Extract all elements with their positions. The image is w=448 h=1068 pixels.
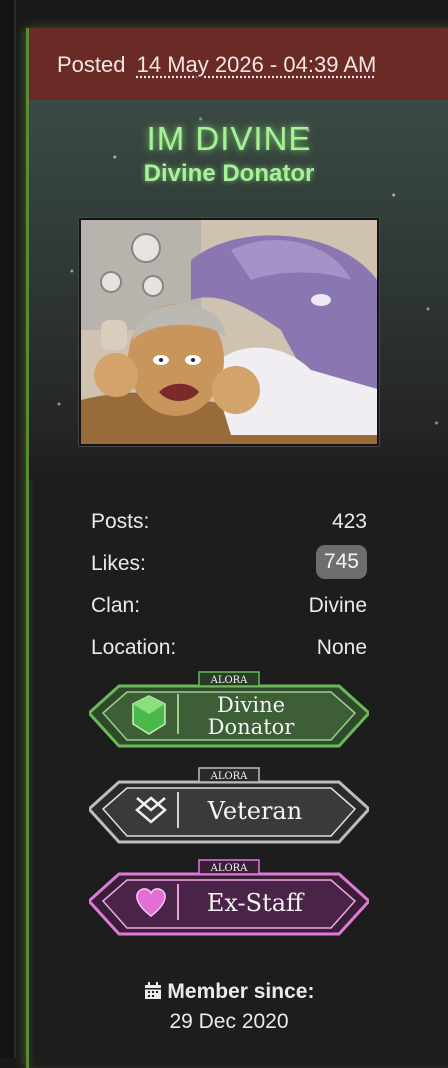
likes-count-badge: 745 (315, 545, 367, 579)
stat-value: Divine (308, 594, 367, 617)
badge-line1: Divine (217, 693, 285, 717)
member-since-label: Member since: (167, 980, 315, 1003)
stat-row-posts: Posts: 423 (91, 498, 367, 540)
user-stats: Posts: 423 Likes: 745 Clan: Divine Locat… (91, 498, 367, 666)
stat-value: 423 (331, 510, 367, 533)
stat-row-clan: Clan: Divine (91, 582, 367, 624)
member-since: Member since: (29, 980, 429, 1004)
badge-divine-donator: ALORA Divine Donator (86, 668, 372, 758)
avatar-image (81, 220, 377, 444)
left-rail (0, 0, 16, 1058)
badge-tag: ALORA (210, 675, 249, 686)
stat-label: Likes: (91, 552, 146, 575)
member-since-date: 29 Dec 2020 (169, 1010, 289, 1033)
badge-tag: ALORA (210, 771, 249, 782)
stat-label: Clan: (91, 594, 141, 617)
badge-ex-staff: ALORA Ex-Staff (86, 856, 372, 946)
username-link[interactable]: IM DIVINE (29, 120, 429, 158)
stat-row-location: Location: None (91, 624, 367, 666)
badge-line1: Ex-Staff (207, 889, 305, 917)
badge-tag: ALORA (210, 863, 249, 874)
stat-value: None (316, 636, 367, 659)
badge-line1: Veteran (207, 797, 302, 825)
stat-label: Location: (91, 636, 177, 659)
user-post-card: Posted 14 May 2026 - 04:39 AM IM DIVINE … (26, 28, 448, 1068)
calendar-icon (144, 982, 161, 999)
stat-label: Posts: (91, 510, 150, 533)
stat-row-likes: Likes: 745 (91, 540, 367, 582)
user-avatar[interactable] (79, 218, 379, 446)
badge-line2: Donator (208, 715, 296, 739)
badge-veteran: ALORA Veteran (86, 764, 372, 854)
post-date-link[interactable]: 14 May 2026 - 04:39 AM (137, 52, 377, 77)
posted-label: Posted (57, 52, 126, 77)
user-rank-title: Divine Donator (143, 160, 315, 187)
post-header: Posted 14 May 2026 - 04:39 AM (29, 28, 448, 100)
